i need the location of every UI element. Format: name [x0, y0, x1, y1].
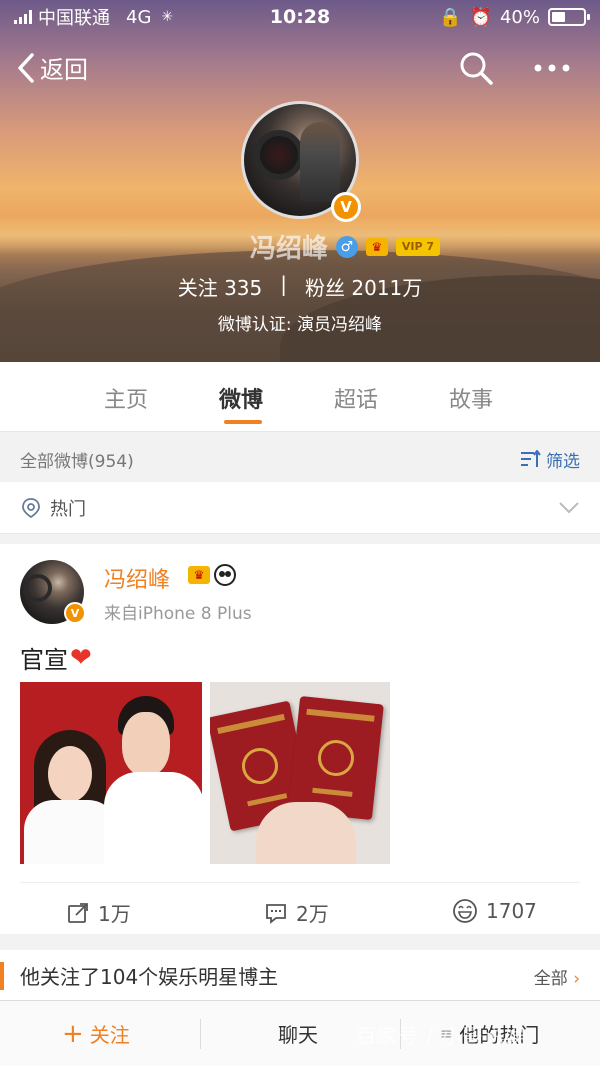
divider	[20, 882, 580, 883]
filter-label: 筛选	[546, 451, 580, 472]
view-all-link[interactable]: 全部 ›	[534, 964, 580, 989]
avatar-steering-wheel	[254, 130, 304, 180]
chat-label: 聊天	[278, 1023, 318, 1047]
verified-badge-icon: V	[64, 602, 86, 624]
view-all-label: 全部	[533, 969, 568, 989]
search-icon[interactable]	[458, 50, 494, 86]
like-count: 1707	[486, 899, 537, 923]
back-button[interactable]: 返回	[16, 50, 88, 85]
accent-bar	[0, 962, 4, 990]
top-nav: 返回	[0, 44, 600, 92]
verification-text: 微博认证: 演员冯绍峰	[217, 315, 383, 335]
laugh-icon	[453, 899, 477, 923]
more-icon[interactable]	[532, 50, 572, 86]
post-actions: 1万 2万 1707	[0, 884, 600, 934]
following-banner[interactable]: 他关注了104个娱乐明星博主 全部 ›	[0, 950, 600, 1000]
followers-number: 2011万	[351, 276, 423, 300]
heart-icon: ❤	[70, 642, 92, 673]
plus-icon: +	[62, 1018, 84, 1049]
comment-button[interactable]: 2万	[264, 898, 329, 927]
avatar-person	[300, 122, 340, 202]
tab-super-topic[interactable]: 超话	[334, 382, 378, 414]
post-text: 官宣 ❤	[20, 640, 92, 675]
photo-shirt	[104, 772, 202, 864]
crown-icon: ♛	[188, 566, 210, 584]
active-tab-indicator	[224, 420, 262, 424]
hot-sort-bar[interactable]: 热门	[0, 482, 600, 534]
post-photo-couple[interactable]	[20, 682, 202, 864]
post-source: 来自iPhone 8 Plus	[104, 604, 252, 624]
battery-icon	[548, 8, 590, 26]
post-author[interactable]: 冯绍峰	[104, 562, 170, 594]
profile-header: 中国联通 4G ✳ 10:28 🔒 ⏰ 40% 返回 V 冯绍峰 ♂ ♛ VIP…	[0, 0, 600, 362]
follow-button[interactable]: + 关注	[62, 1019, 130, 1048]
chevron-left-icon	[18, 52, 34, 83]
comment-count: 2万	[296, 902, 329, 926]
repost-button[interactable]: 1万	[66, 898, 131, 927]
post-photo-certificates[interactable]	[210, 682, 390, 864]
tab-weibo[interactable]: 微博	[219, 382, 263, 414]
count-divider: |	[280, 272, 288, 296]
follow-counts: 关注 335 | 粉丝 2011万	[0, 272, 600, 301]
crown-icon: ♛	[365, 237, 388, 256]
chevron-down-icon	[559, 501, 579, 513]
filter-bar: 全部微博(954) 筛选	[0, 436, 600, 482]
battery-percent: 40%	[499, 6, 540, 28]
divider	[400, 1019, 401, 1049]
male-gender-icon: ♂	[335, 235, 358, 258]
signal-icon	[14, 10, 32, 24]
loading-icon: ✳	[161, 9, 174, 25]
location-pin-icon	[22, 497, 40, 518]
list-icon: ≡	[440, 1024, 454, 1043]
network-type: 4G	[126, 6, 152, 28]
panda-icon	[214, 564, 236, 586]
tab-home[interactable]: 主页	[104, 382, 148, 414]
avatar-steering-wheel	[24, 574, 52, 602]
like-button[interactable]: 1707	[452, 898, 537, 924]
chevron-right-icon: ›	[573, 969, 580, 989]
following-number: 335	[224, 276, 263, 300]
photo-face	[122, 712, 170, 776]
back-label: 返回	[40, 56, 88, 84]
hot-posts-label: 他的热门	[459, 1023, 540, 1047]
profile-name: 冯绍峰	[249, 234, 328, 264]
hot-label: 热门	[50, 498, 86, 520]
filter-button[interactable]: 筛选	[520, 447, 580, 472]
tab-stories[interactable]: 故事	[449, 382, 493, 414]
carrier-name: 中国联通	[38, 8, 110, 29]
all-posts-count: 全部微博(954)	[20, 451, 134, 472]
comment-icon	[266, 903, 286, 924]
chat-button[interactable]: 聊天	[278, 1019, 318, 1048]
repost-count: 1万	[98, 902, 131, 926]
post-text-content: 官宣	[20, 646, 68, 674]
post-card: V 冯绍峰 ♛ 来自iPhone 8 Plus 官宣 ❤ 1万 2万 1707	[0, 544, 600, 934]
repost-icon	[68, 902, 88, 923]
followers-label: 粉丝	[305, 276, 346, 300]
rotation-lock-icon: 🔒	[439, 6, 462, 28]
follow-label: 关注	[89, 1023, 130, 1047]
photo-hand	[256, 802, 356, 864]
following-count[interactable]: 关注 335	[178, 272, 263, 301]
bottom-toolbar: + 关注 聊天 ≡ 他的热门	[0, 1000, 600, 1066]
vip-badge[interactable]: VIP 7	[395, 237, 441, 256]
profile-name-row: 冯绍峰 ♂ ♛ VIP 7	[0, 228, 600, 265]
following-label: 关注	[177, 276, 218, 300]
divider	[200, 1019, 201, 1049]
verified-badge-icon: V	[331, 192, 361, 222]
profile-tabs: 主页 微博 超话 故事	[0, 362, 600, 432]
following-banner-text: 他关注了104个娱乐明星博主	[20, 964, 279, 989]
filter-icon	[521, 450, 541, 467]
alarm-icon: ⏰	[469, 6, 492, 28]
followers-count[interactable]: 粉丝 2011万	[305, 272, 422, 301]
photo-face	[48, 746, 92, 802]
status-bar: 中国联通 4G ✳ 10:28 🔒 ⏰ 40%	[0, 0, 600, 34]
hot-posts-button[interactable]: ≡ 他的热门	[440, 1019, 539, 1048]
